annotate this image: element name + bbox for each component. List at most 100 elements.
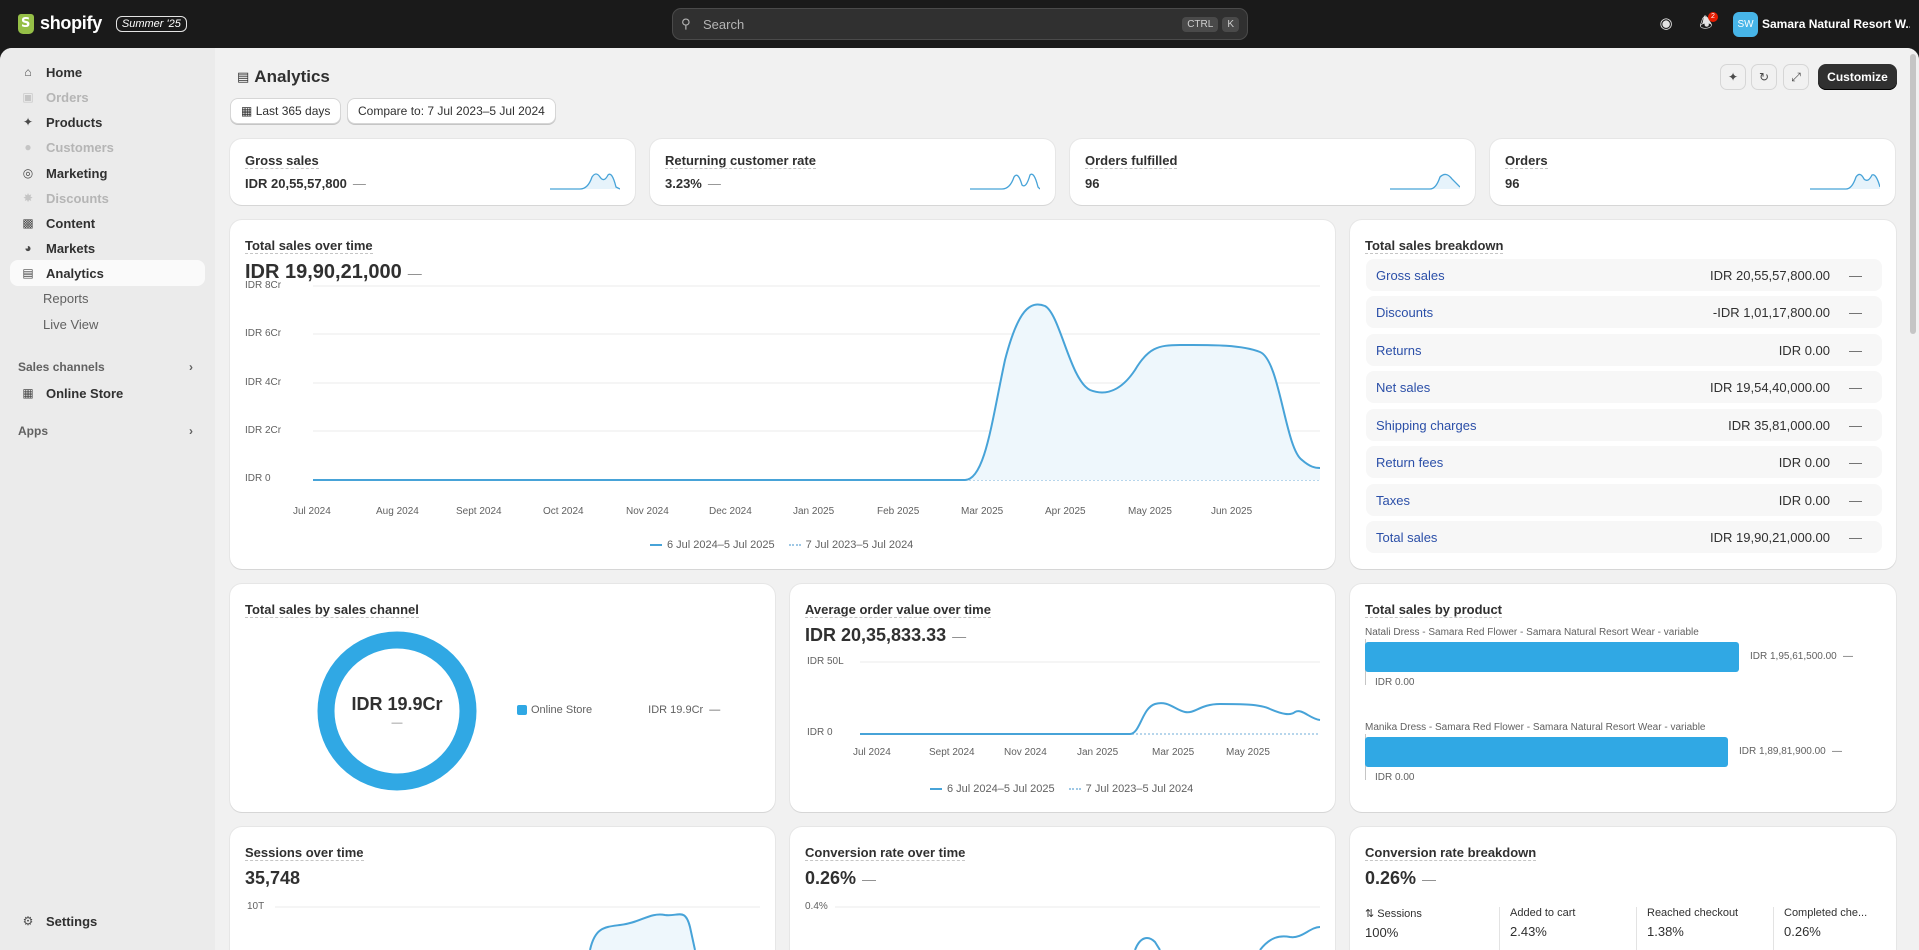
shortcut-ctrl: CTRL bbox=[1182, 16, 1219, 32]
search-input[interactable] bbox=[703, 16, 1179, 32]
breakdown-row[interactable]: Taxes IDR 0.00 — bbox=[1366, 484, 1882, 516]
breakdown-row[interactable]: Gross sales IDR 20,55,57,800.00 — bbox=[1366, 259, 1882, 291]
sidebar-item-markets[interactable]: ◕ Markets bbox=[10, 235, 205, 261]
sidebar-item-live-view[interactable]: Live View bbox=[10, 311, 205, 337]
sidebar-item-customers[interactable]: ● Customers bbox=[10, 134, 205, 160]
chevron-right-icon[interactable]: › bbox=[189, 360, 193, 374]
funnel-step[interactable]: ⇅ Sessions 100% bbox=[1365, 907, 1502, 950]
image-icon: ▩ bbox=[22, 216, 34, 230]
breakdown-row[interactable]: Returns IDR 0.00 — bbox=[1366, 334, 1882, 366]
sidebar-item-label: Markets bbox=[46, 240, 96, 256]
legend-solid-swatch bbox=[650, 544, 662, 546]
chart-icon: ▤ bbox=[237, 69, 250, 84]
sidebar-item-reports[interactable]: Reports bbox=[10, 285, 205, 311]
legend-swatch bbox=[517, 705, 527, 715]
breakdown-label[interactable]: Gross sales bbox=[1376, 268, 1445, 283]
sidebar-item-marketing[interactable]: ◎ Marketing bbox=[10, 160, 205, 186]
search-bar[interactable]: ⚲ CTRL K bbox=[672, 8, 1248, 40]
page-scrollbar[interactable] bbox=[1907, 48, 1919, 950]
sidekick-icon[interactable]: ◉ bbox=[1656, 14, 1676, 34]
metric-value-text: IDR 20,55,57,800 bbox=[245, 176, 347, 191]
orders-icon: ▣ bbox=[22, 90, 34, 104]
metric-value: IDR 20,55,57,800 — bbox=[245, 176, 366, 191]
sidebar-item-settings[interactable]: ⚙ Settings bbox=[10, 908, 205, 934]
sidebar-item-label: Content bbox=[46, 215, 96, 231]
ai-insights-button[interactable]: ✦ bbox=[1720, 64, 1746, 90]
sidebar-item-products[interactable]: ✦ Products bbox=[10, 109, 205, 135]
x-tick: Dec 2024 bbox=[709, 506, 752, 517]
breakdown-value: IDR 0.00 bbox=[1778, 343, 1830, 358]
value-change: — bbox=[1422, 871, 1437, 887]
card-title: Conversion rate breakdown bbox=[1365, 845, 1537, 861]
breakdown-label[interactable]: Discounts bbox=[1376, 305, 1433, 320]
breakdown-row[interactable]: Discounts -IDR 1,01,17,800.00 — bbox=[1366, 296, 1882, 328]
sidebar-item-discounts[interactable]: ✸ Discounts bbox=[10, 185, 205, 211]
breakdown-row[interactable]: Net sales IDR 19,54,40,000.00 — bbox=[1366, 371, 1882, 403]
breakdown-label[interactable]: Shipping charges bbox=[1376, 418, 1476, 433]
sales-by-product-card: Total sales by product Natali Dress - Sa… bbox=[1350, 584, 1896, 812]
breakdown-row[interactable]: Total sales IDR 19,90,21,000.00 — bbox=[1366, 521, 1882, 553]
x-tick: May 2025 bbox=[1128, 506, 1172, 517]
customize-button[interactable]: Customize bbox=[1818, 64, 1897, 90]
breakdown-label[interactable]: Total sales bbox=[1376, 530, 1437, 545]
refresh-button[interactable]: ↻ bbox=[1751, 64, 1777, 90]
shopify-logo[interactable]: shopify Summer '25 bbox=[18, 13, 187, 34]
sparkline bbox=[550, 173, 620, 190]
metric-card-orders-fulfilled[interactable]: Orders fulfilled 96 bbox=[1070, 139, 1475, 205]
x-tick: Jan 2025 bbox=[793, 506, 835, 517]
scroll-thumb[interactable] bbox=[1910, 54, 1916, 334]
sales-channels-label: Sales channels bbox=[18, 360, 105, 374]
funnel-step[interactable]: Completed che... 0.26% bbox=[1773, 907, 1888, 950]
chevron-right-icon[interactable]: › bbox=[189, 424, 193, 438]
legend-current[interactable]: 6 Jul 2024–5 Jul 2025 bbox=[650, 539, 775, 551]
channel-legend[interactable]: Online Store IDR 19.9Cr — bbox=[517, 704, 720, 716]
sidebar-item-online-store[interactable]: ▦ Online Store bbox=[10, 380, 205, 406]
legend-current[interactable]: 6 Jul 2024–5 Jul 2025 bbox=[930, 783, 1055, 795]
product-bar[interactable] bbox=[1365, 737, 1728, 767]
top-bar: shopify Summer '25 ⚲ CTRL K ◉ 🕭 2 SW Sam… bbox=[0, 0, 1919, 48]
x-tick: Jun 2025 bbox=[1211, 506, 1253, 517]
funnel-icon: ⇅ bbox=[1365, 908, 1375, 920]
date-range-button[interactable]: ▦ Last 365 days bbox=[230, 98, 342, 124]
x-tick: Sept 2024 bbox=[929, 747, 975, 758]
breakdown-change: — bbox=[1849, 343, 1862, 358]
product-value: IDR 1,89,81,900.00 bbox=[1739, 746, 1826, 757]
legend-value: IDR 19.9Cr bbox=[648, 704, 704, 716]
sidebar-item-analytics[interactable]: ▤ Analytics bbox=[10, 260, 205, 286]
sidebar-item-home[interactable]: ⌂ Home bbox=[10, 59, 205, 85]
metric-change: — bbox=[352, 176, 366, 191]
breakdown-row[interactable]: Return fees IDR 0.00 — bbox=[1366, 446, 1882, 478]
product-bar[interactable] bbox=[1365, 642, 1739, 672]
edition-badge[interactable]: Summer '25 bbox=[115, 15, 187, 32]
calendar-icon: ▦ bbox=[241, 104, 253, 118]
tag-icon: ✦ bbox=[22, 115, 34, 129]
fullscreen-button[interactable]: ⤢ bbox=[1783, 64, 1809, 90]
breakdown-label[interactable]: Returns bbox=[1376, 343, 1422, 358]
breakdown-label[interactable]: Taxes bbox=[1376, 493, 1410, 508]
store-name[interactable]: Samara Natural Resort W... bbox=[1762, 17, 1910, 31]
compare-button[interactable]: Compare to: 7 Jul 2023–5 Jul 2024 bbox=[347, 98, 556, 124]
breakdown-label[interactable]: Net sales bbox=[1376, 380, 1430, 395]
breakdown-row[interactable]: Shipping charges IDR 35,81,000.00 — bbox=[1366, 409, 1882, 441]
avatar[interactable]: SW bbox=[1733, 12, 1758, 37]
metric-card-returning-rate[interactable]: Returning customer rate 3.23% — bbox=[650, 139, 1055, 205]
funnel-step[interactable]: Reached checkout 1.38% bbox=[1636, 907, 1773, 950]
gear-icon: ⚙ bbox=[22, 914, 34, 928]
breakdown-change: — bbox=[1849, 305, 1862, 320]
metric-card-gross-sales[interactable]: Gross sales IDR 20,55,57,800 — bbox=[230, 139, 635, 205]
apps-section[interactable]: Apps › bbox=[18, 424, 193, 438]
metric-card-orders[interactable]: Orders 96 bbox=[1490, 139, 1895, 205]
legend-previous[interactable]: 7 Jul 2023–5 Jul 2024 bbox=[1068, 783, 1193, 795]
legend-previous[interactable]: 7 Jul 2023–5 Jul 2024 bbox=[788, 539, 913, 551]
sales-by-channel-card: Total sales by sales channel IDR 19.9Cr … bbox=[230, 584, 775, 812]
funnel-step[interactable]: Added to cart 2.43% bbox=[1499, 907, 1636, 950]
apps-label: Apps bbox=[18, 424, 48, 438]
sidebar-item-content[interactable]: ▩ Content bbox=[10, 210, 205, 236]
product-name: Manika Dress - Samara Red Flower - Samar… bbox=[1365, 722, 1706, 733]
sidebar-item-orders[interactable]: ▣ Orders bbox=[10, 84, 205, 110]
breakdown-label[interactable]: Return fees bbox=[1376, 455, 1443, 470]
sales-channels-section[interactable]: Sales channels › bbox=[18, 360, 193, 374]
card-title: Total sales by sales channel bbox=[245, 602, 419, 618]
bell-icon[interactable]: 🕭 2 bbox=[1696, 12, 1718, 34]
conversion-breakdown-value: 0.26% — bbox=[1365, 868, 1436, 889]
